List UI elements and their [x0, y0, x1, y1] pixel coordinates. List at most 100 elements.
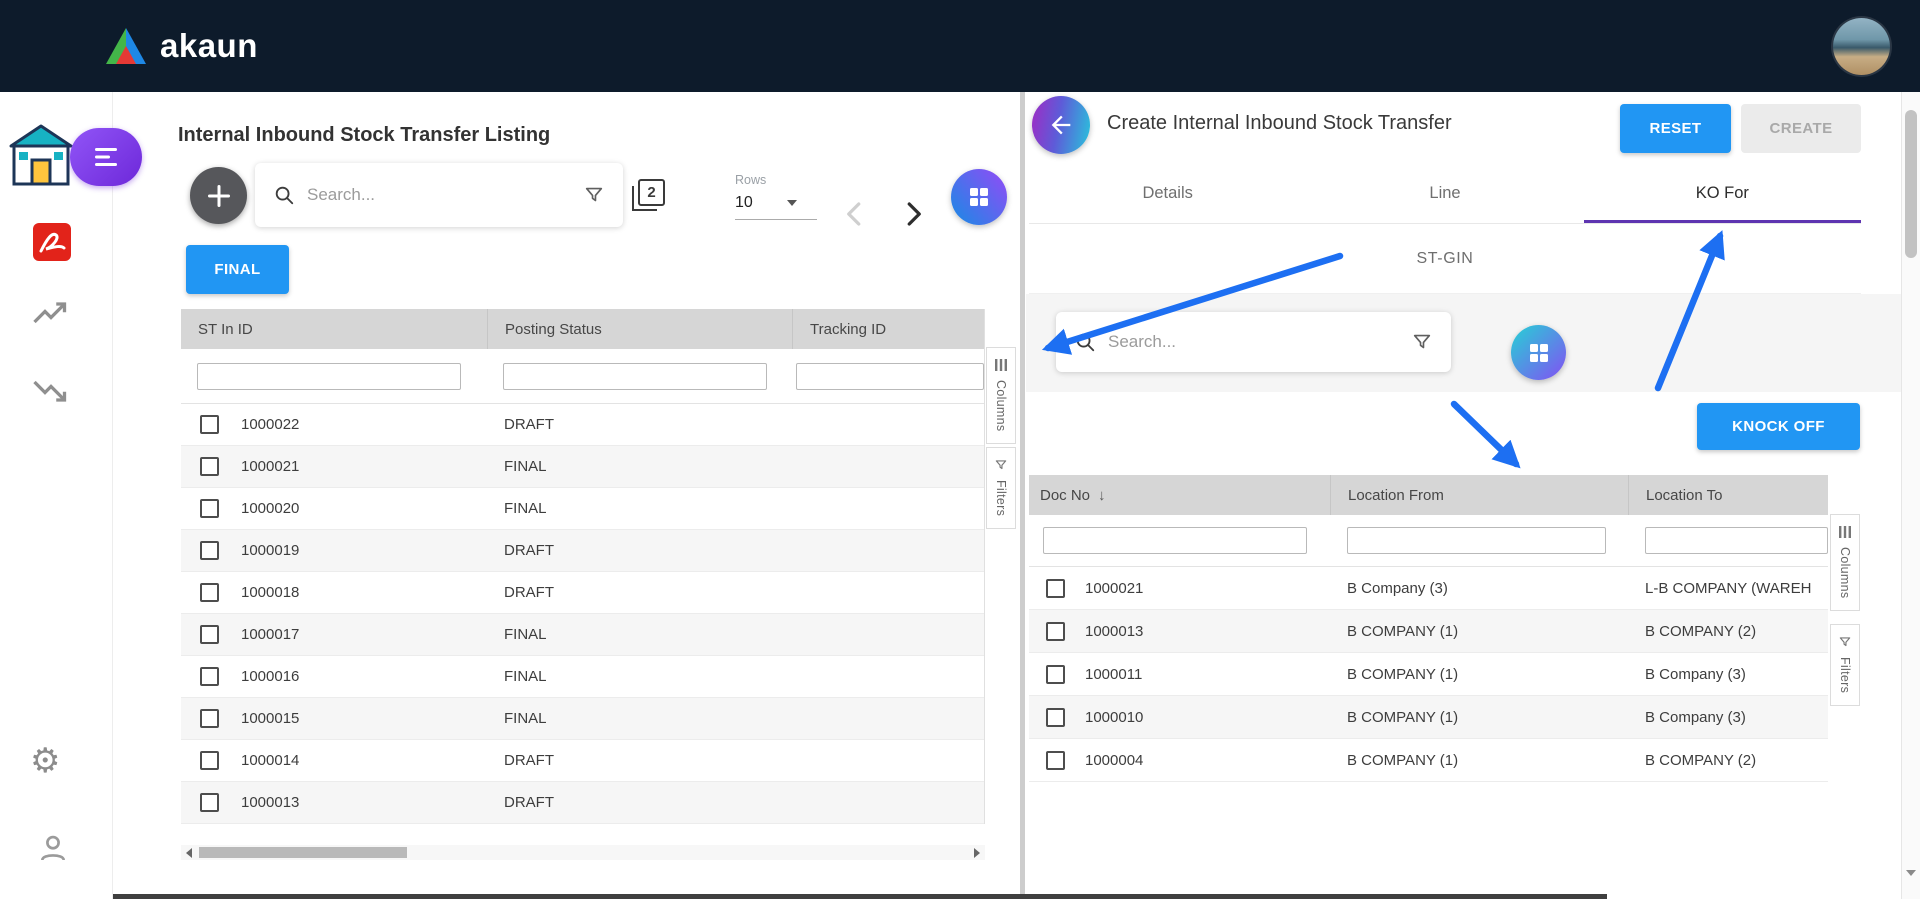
table-row[interactable]: 1000021 FINAL [181, 446, 984, 488]
table-row[interactable]: 1000014 DRAFT [181, 740, 984, 782]
add-record-button[interactable] [190, 167, 247, 224]
scroll-right-arrow[interactable] [969, 848, 985, 858]
st-in-id-cell: 1000021 [241, 458, 299, 475]
sort-desc-icon[interactable]: ↓ [1098, 487, 1106, 504]
sidebar-expand-toggle[interactable] [70, 128, 142, 186]
arrow-back-icon [1047, 111, 1075, 139]
rows-per-page-select[interactable]: Rows 10 [735, 173, 817, 220]
row-checkbox[interactable] [200, 457, 219, 476]
scroll-left-arrow[interactable] [181, 848, 197, 858]
row-checkbox[interactable] [200, 415, 219, 434]
posting-status-cell: FINAL [487, 710, 792, 727]
filter-2-layers-icon[interactable]: 2 [632, 179, 666, 213]
row-checkbox[interactable] [200, 751, 219, 770]
filter-input-tracking-id[interactable] [796, 363, 984, 390]
brand-logo[interactable]: akaun [104, 26, 258, 66]
doc-no-cell: 1000004 [1085, 752, 1143, 769]
rows-per-page-value: 10 [735, 194, 753, 212]
final-status-chip[interactable]: FINAL [186, 245, 289, 294]
row-checkbox[interactable] [1046, 751, 1065, 770]
table-row[interactable]: 1000013 DRAFT [181, 782, 984, 824]
table-row[interactable]: 1000018 DRAFT [181, 572, 984, 614]
table-row[interactable]: 1000013 B COMPANY (1) B COMPANY (2) [1029, 610, 1828, 653]
table-row[interactable]: 1000016 FINAL [181, 656, 984, 698]
filter-input-doc-no[interactable] [1043, 527, 1307, 554]
table-row[interactable]: 1000004 B COMPANY (1) B COMPANY (2) [1029, 739, 1828, 782]
warehouse-module-icon[interactable] [8, 120, 74, 190]
filter-funnel-icon[interactable] [1411, 331, 1433, 353]
row-checkbox[interactable] [200, 583, 219, 602]
user-avatar[interactable] [1833, 18, 1890, 75]
search-icon [273, 184, 295, 206]
row-checkbox[interactable] [200, 793, 219, 812]
table-row[interactable]: 1000019 DRAFT [181, 530, 984, 572]
filters-panel-tab[interactable]: Filters [986, 447, 1016, 529]
filter-input-st-in-id[interactable] [197, 363, 461, 390]
filter-input-location-to[interactable] [1645, 527, 1828, 554]
row-checkbox[interactable] [1046, 579, 1065, 598]
listing-search-input[interactable] [307, 185, 571, 205]
page-scrollbar[interactable] [1901, 92, 1920, 899]
knock-off-button[interactable]: KNOCK OFF [1697, 403, 1860, 450]
top-navbar: akaun [0, 0, 1920, 92]
pagination-prev-button[interactable] [840, 199, 870, 234]
columns-icon [994, 358, 1008, 372]
posting-status-cell: DRAFT [487, 794, 792, 811]
row-checkbox[interactable] [200, 499, 219, 518]
st-in-id-cell: 1000013 [241, 794, 299, 811]
posting-status-cell: FINAL [487, 500, 792, 517]
filter-input-posting-status[interactable] [503, 363, 767, 390]
pdf-module-icon[interactable] [33, 223, 71, 261]
column-header-posting-status[interactable]: Posting Status [487, 309, 792, 349]
row-checkbox[interactable] [200, 625, 219, 644]
profile-person-icon[interactable] [37, 832, 69, 864]
table-row[interactable]: 1000021 B Company (3) L-B COMPANY (WAREH [1029, 567, 1828, 610]
reset-button[interactable]: RESET [1620, 104, 1731, 153]
scrollbar-thumb[interactable] [199, 847, 407, 858]
scroll-down-arrow[interactable] [1906, 876, 1916, 894]
filter-funnel-icon[interactable] [583, 184, 605, 206]
grid-view-button[interactable] [951, 169, 1007, 225]
tab-line[interactable]: Line [1306, 164, 1583, 223]
row-checkbox[interactable] [200, 667, 219, 686]
column-header-location-from[interactable]: Location From [1330, 475, 1628, 515]
column-header-tracking-id[interactable]: Tracking ID [792, 309, 985, 349]
pagination-next-button[interactable] [898, 199, 928, 234]
row-checkbox[interactable] [200, 709, 219, 728]
table-row[interactable]: 1000010 B COMPANY (1) B Company (3) [1029, 696, 1828, 739]
listing-table-header: ST In ID Posting Status Tracking ID [181, 309, 984, 349]
row-checkbox[interactable] [200, 541, 219, 560]
ko-search-input[interactable] [1108, 332, 1399, 352]
trending-up-icon[interactable] [33, 300, 69, 326]
table-row[interactable]: 1000011 B COMPANY (1) B Company (3) [1029, 653, 1828, 696]
trending-down-icon[interactable] [33, 378, 69, 404]
horizontal-scrollbar[interactable] [181, 845, 985, 860]
column-header-doc-no[interactable]: Doc No ↓ [1029, 475, 1330, 515]
plus-icon [205, 182, 233, 210]
column-header-st-in-id[interactable]: ST In ID [181, 309, 487, 349]
back-button[interactable] [1032, 96, 1090, 154]
settings-gear-icon[interactable]: ⚙ [30, 744, 60, 778]
ko-filters-panel-tab[interactable]: Filters [1830, 624, 1860, 706]
table-row[interactable]: 1000015 FINAL [181, 698, 984, 740]
chevron-down-icon [787, 200, 797, 206]
table-row[interactable]: 1000022 DRAFT [181, 404, 984, 446]
location-from-cell: B COMPANY (1) [1330, 709, 1628, 726]
ko-grid-view-button[interactable] [1511, 325, 1566, 380]
panel-divider [1020, 92, 1025, 899]
column-header-location-to[interactable]: Location To [1628, 475, 1828, 515]
table-row[interactable]: 1000020 FINAL [181, 488, 984, 530]
table-row[interactable]: 1000017 FINAL [181, 614, 984, 656]
row-checkbox[interactable] [1046, 665, 1065, 684]
filter-input-location-from[interactable] [1347, 527, 1606, 554]
tab-details[interactable]: Details [1029, 164, 1306, 223]
page-scrollbar-thumb[interactable] [1905, 110, 1917, 258]
section-label-st-gin: ST-GIN [1029, 224, 1861, 294]
create-button[interactable]: CREATE [1741, 104, 1861, 153]
ko-columns-panel-tab[interactable]: Columns [1830, 514, 1860, 611]
columns-panel-tab[interactable]: Columns [986, 347, 1016, 444]
st-in-id-cell: 1000019 [241, 542, 299, 559]
row-checkbox[interactable] [1046, 708, 1065, 727]
tab-ko-for[interactable]: KO For [1584, 164, 1861, 223]
row-checkbox[interactable] [1046, 622, 1065, 641]
